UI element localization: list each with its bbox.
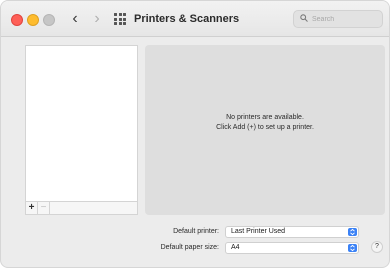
empty-message-line-1: No printers are available. <box>226 114 304 121</box>
default-printer-select[interactable]: Last Printer Used <box>225 226 359 238</box>
default-paper-size-label: Default paper size: <box>160 244 219 251</box>
title-bar: ‹ › Printers & Scanners <box>1 1 389 37</box>
zoom-button[interactable] <box>43 14 55 26</box>
chevron-left-icon: ‹ <box>72 10 78 27</box>
empty-state-message: No printers are available. Click Add (+)… <box>145 113 385 133</box>
printer-list-controls: + − <box>25 202 138 215</box>
add-printer-button[interactable]: + <box>26 202 38 214</box>
window-title: Printers & Scanners <box>134 13 240 25</box>
show-all-grid-icon[interactable] <box>114 13 126 25</box>
printer-list[interactable] <box>25 45 138 202</box>
default-paper-size-select[interactable]: A4 <box>225 242 359 254</box>
close-button[interactable] <box>11 14 23 26</box>
default-printer-label: Default printer: <box>173 228 219 235</box>
search-icon <box>300 14 308 22</box>
popup-arrows-icon <box>348 244 357 252</box>
printer-detail-panel: No printers are available. Click Add (+)… <box>145 45 385 215</box>
minimize-button[interactable] <box>27 14 39 26</box>
default-printer-value: Last Printer Used <box>231 228 286 235</box>
back-button[interactable]: ‹ <box>67 10 83 28</box>
popup-arrows-icon <box>348 228 357 236</box>
chevron-right-icon: › <box>94 10 100 27</box>
remove-printer-button[interactable]: − <box>38 202 50 214</box>
forward-button[interactable]: › <box>89 10 105 28</box>
empty-message-line-2: Click Add (+) to set up a printer. <box>216 124 314 131</box>
default-paper-size-value: A4 <box>231 244 240 251</box>
printers-scanners-window: ‹ › Printers & Scanners + − No printers … <box>0 0 390 268</box>
search-input[interactable] <box>312 11 380 27</box>
help-button[interactable]: ? <box>371 241 383 253</box>
search-field[interactable] <box>293 10 383 28</box>
